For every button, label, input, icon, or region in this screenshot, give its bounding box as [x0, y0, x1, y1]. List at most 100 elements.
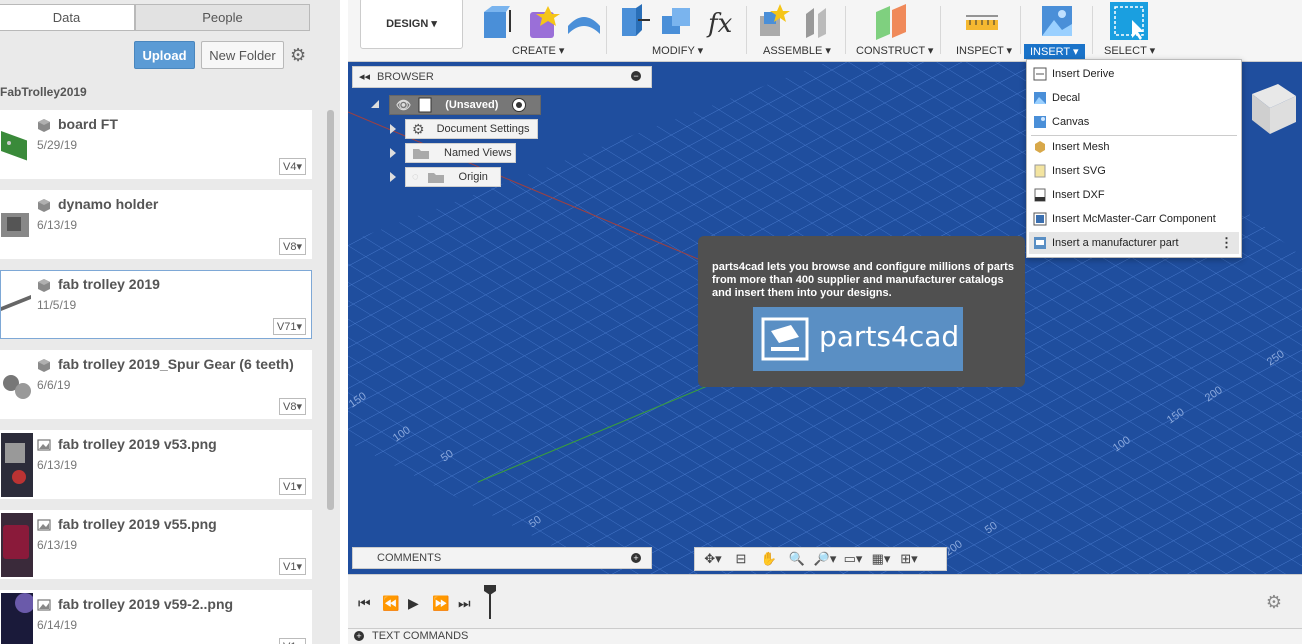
folder-icon [413, 149, 429, 159]
menu-item-insert-svg[interactable]: Insert SVG [1029, 160, 1239, 182]
orbit-icon[interactable]: ✥▾ [701, 550, 725, 568]
viewcube-icon[interactable] [1238, 74, 1298, 134]
select-cursor-icon[interactable] [1110, 2, 1150, 42]
menu-item-insert-derive[interactable]: Insert Derive [1029, 63, 1239, 85]
construct-menu[interactable]: CONSTRUCT ▾ [856, 44, 933, 57]
grid-settings-icon[interactable]: ▦▾ [869, 550, 893, 568]
assemble-tools-icon[interactable] [756, 4, 846, 40]
minimize-icon[interactable]: − [631, 71, 641, 81]
file-card[interactable]: fab trolley 2019 v55.png 6/13/19 V1 ▾ [0, 510, 312, 579]
version-dropdown[interactable]: V8 ▾ [279, 398, 306, 415]
tab-people[interactable]: People [135, 4, 310, 31]
comments-panel[interactable]: COMMENTS + [352, 547, 652, 569]
scrollbar[interactable] [327, 110, 334, 510]
browser-item-document-settings[interactable]: ⚙ Document Settings [405, 119, 538, 139]
file-card[interactable]: fab trolley 2019_Spur Gear (6 teeth) 6/6… [0, 350, 312, 419]
tree-expand-icon[interactable] [369, 98, 381, 110]
parts4cad-logo-text: parts4cad [819, 320, 960, 353]
tab-data[interactable]: Data [0, 4, 135, 31]
fit-icon[interactable]: 🔎▾ [813, 550, 837, 568]
version-dropdown[interactable]: V71 ▾ [272, 318, 306, 335]
pan-icon[interactable]: ✋ [757, 550, 781, 568]
display-settings-icon[interactable]: ▭▾ [841, 550, 865, 568]
toolbar-divider [1092, 6, 1093, 54]
create-menu[interactable]: CREATE ▾ [512, 44, 564, 57]
file-card[interactable]: fab trolley 2019 11/5/19 V71 ▾ [0, 270, 312, 339]
svg-text:fx: fx [706, 9, 733, 39]
version-dropdown[interactable]: V8 ▾ [279, 238, 306, 255]
menu-item-decal[interactable]: Decal [1029, 87, 1239, 109]
toolbar-divider [746, 6, 747, 54]
version-dropdown[interactable]: V1▾ [279, 478, 306, 495]
go-to-start-icon[interactable]: ⏮ [358, 595, 371, 612]
file-thumbnail [3, 375, 31, 399]
tree-expand-icon[interactable] [389, 147, 397, 159]
timeline-marker[interactable] [484, 585, 496, 621]
activate-radio-icon[interactable] [512, 98, 527, 112]
mcmaster-icon [1033, 212, 1047, 226]
look-at-icon[interactable]: ⊟ [729, 550, 753, 568]
toolbar: DESIGN ▾ CREATE ▾ fx MODIFY ▾ ASSEMBLE ▾ [348, 0, 1302, 62]
insert-image-icon[interactable] [1040, 4, 1076, 40]
hidden-eye-icon[interactable]: ◌ [412, 171, 419, 183]
insert-menu[interactable]: INSERT ▾ [1024, 44, 1085, 59]
file-thumbnail [1, 433, 33, 497]
navigation-bar: ✥▾ ⊟ ✋ 🔍 🔎▾ ▭▾ ▦▾ ⊞▾ [694, 547, 947, 571]
file-card[interactable]: board FT 5/29/19 V4 ▾ [0, 110, 312, 179]
browser-title: BROWSER [377, 71, 434, 83]
visibility-eye-icon[interactable]: 👁 [396, 98, 411, 112]
file-card[interactable]: dynamo holder 6/13/19 V8 ▾ [0, 190, 312, 259]
viewports-icon[interactable]: ⊞▾ [897, 550, 921, 568]
modify-tools-icon[interactable]: fx [620, 4, 740, 40]
browser-item-named-views[interactable]: Named Views [405, 143, 516, 163]
text-commands-bar[interactable]: + TEXT COMMANDS [348, 628, 1302, 644]
menu-item-insert-mesh[interactable]: Insert Mesh [1029, 136, 1239, 158]
assemble-menu[interactable]: ASSEMBLE ▾ [763, 44, 831, 57]
file-card[interactable]: fab trolley 2019 v59-2..png 6/14/19 V1▾ [0, 590, 312, 644]
image-file-icon [37, 599, 51, 611]
file-date: 6/14/19 [37, 618, 78, 632]
go-to-end-icon[interactable]: ⏭ [458, 595, 471, 612]
menu-item-insert-manufacturer-part[interactable]: Insert a manufacturer part ⋮ [1029, 232, 1239, 254]
browser-panel[interactable]: ◂◂ BROWSER − [352, 66, 652, 88]
version-dropdown[interactable]: V1▾ [279, 558, 306, 575]
modify-menu[interactable]: MODIFY ▾ [652, 44, 703, 57]
new-folder-button[interactable]: New Folder [201, 41, 284, 69]
settings-gear-icon[interactable]: ⚙ [290, 45, 310, 65]
tree-expand-icon[interactable] [389, 171, 397, 183]
add-comment-icon[interactable]: + [631, 553, 641, 563]
upload-button[interactable]: Upload [134, 41, 195, 69]
file-card[interactable]: fab trolley 2019 v53.png 6/13/19 V1 ▾ [0, 430, 312, 499]
tooltip-description: parts4cad lets you browse and configure … [712, 261, 1014, 299]
version-dropdown[interactable]: V4 ▾ [279, 158, 306, 175]
comments-title: COMMENTS [377, 552, 442, 564]
tree-expand-icon[interactable] [389, 123, 397, 135]
step-back-icon[interactable]: ⏪ [382, 595, 399, 612]
browser-item-origin[interactable]: ◌ Origin [405, 167, 501, 187]
file-date: 6/13/19 [37, 458, 78, 472]
expand-icon[interactable]: + [354, 631, 364, 641]
timeline-settings-gear-icon[interactable]: ⚙ [1266, 592, 1282, 613]
file-date: 6/13/19 [37, 538, 78, 552]
inspect-menu[interactable]: INSPECT ▾ [956, 44, 1012, 57]
version-dropdown[interactable]: V1▾ [279, 638, 306, 644]
construct-plane-icon[interactable] [872, 4, 912, 40]
more-options-icon[interactable]: ⋮ [1220, 235, 1233, 251]
workspace-switcher[interactable]: DESIGN ▾ [360, 0, 463, 49]
create-tools-icon[interactable] [480, 4, 600, 40]
menu-item-insert-mcmaster-carr[interactable]: Insert McMaster-Carr Component [1029, 208, 1239, 230]
browser-root[interactable]: 👁 (Unsaved) [389, 95, 541, 115]
toolbar-divider [940, 6, 941, 54]
select-menu[interactable]: SELECT ▾ [1104, 44, 1155, 57]
measure-icon[interactable] [964, 8, 1004, 38]
data-panel: Data People Upload New Folder ⚙ FabTroll… [0, 0, 340, 644]
play-icon[interactable]: ▶ [408, 595, 419, 612]
zoom-icon[interactable]: 🔍 [785, 550, 809, 568]
file-date: 11/5/19 [37, 298, 77, 312]
menu-item-insert-dxf[interactable]: Insert DXF [1029, 184, 1239, 206]
menu-item-canvas[interactable]: Canvas [1029, 111, 1239, 133]
derive-icon [1033, 67, 1047, 81]
step-forward-icon[interactable]: ⏩ [432, 595, 449, 612]
collapse-icon[interactable]: ◂◂ [359, 70, 370, 83]
parts4cad-tooltip: parts4cad lets you browse and configure … [698, 236, 1025, 387]
